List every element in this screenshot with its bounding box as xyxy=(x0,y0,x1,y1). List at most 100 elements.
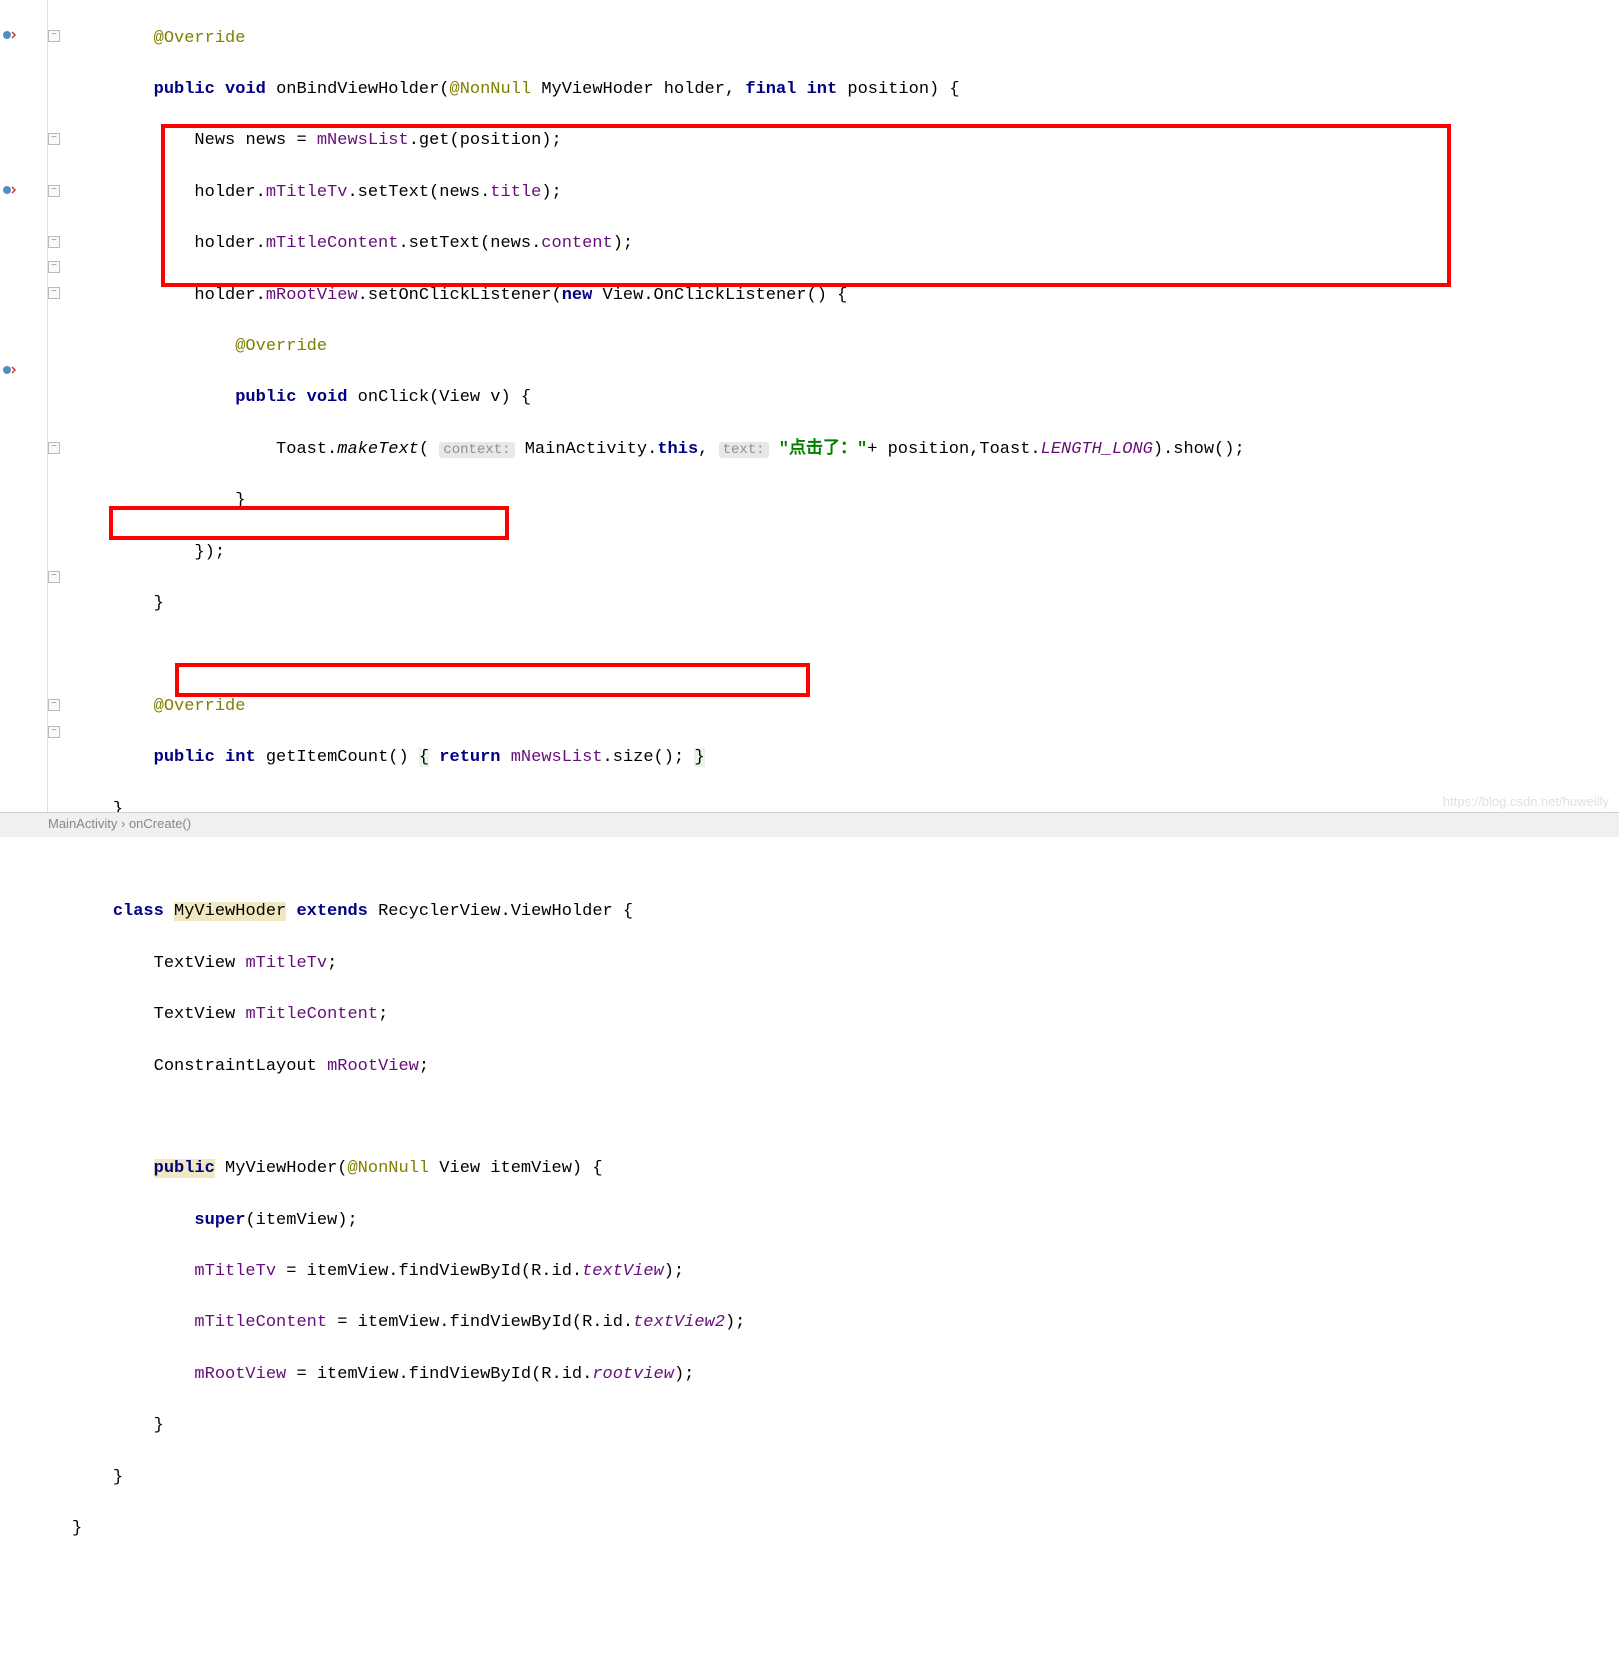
fold-icon[interactable]: − xyxy=(48,261,60,273)
resource-id: textView xyxy=(582,1262,664,1281)
field: mRootView xyxy=(194,1365,286,1384)
keyword-public: public xyxy=(154,748,215,767)
breadcrumb-item[interactable]: MainActivity xyxy=(48,816,117,831)
field: mTitleTv xyxy=(245,954,327,973)
annotation: @NonNull xyxy=(347,1159,429,1178)
class: Toast. xyxy=(276,440,337,459)
type: MyViewHoder xyxy=(541,80,653,99)
keyword-public: public xyxy=(154,80,215,99)
code-text: MainActivity. xyxy=(515,440,658,459)
param: holder xyxy=(664,80,725,99)
fold-icon[interactable]: − xyxy=(48,442,60,454)
annotation: @NonNull xyxy=(450,80,532,99)
highlight-box-3 xyxy=(175,663,810,697)
code-text: .setText(news. xyxy=(347,183,490,202)
annotation: @Override xyxy=(154,697,246,716)
field: mTitleContent xyxy=(266,234,399,253)
resource-id: textView2 xyxy=(633,1313,725,1332)
code-text: (itemView); xyxy=(245,1211,357,1230)
string-literal: "点击了：" xyxy=(769,440,868,459)
type: TextView xyxy=(154,1005,236,1024)
fold-icon[interactable]: − xyxy=(48,133,60,145)
code-text: holder. xyxy=(194,183,265,202)
method-name: getItemCount xyxy=(266,748,388,767)
folded-open: { xyxy=(419,748,429,767)
resource-id: rootview xyxy=(592,1365,674,1384)
keyword-final: final xyxy=(745,80,796,99)
override-gutter-icon[interactable] xyxy=(2,183,22,197)
code-text: ); xyxy=(725,1313,745,1332)
fold-icon[interactable]: − xyxy=(48,236,60,248)
field: mTitleTv xyxy=(266,183,348,202)
code-editor[interactable]: − − − − − − − − − − @Override public voi… xyxy=(0,0,1619,812)
annotation: @Override xyxy=(154,29,246,48)
method-name: onClick xyxy=(358,388,429,407)
field: mTitleContent xyxy=(245,1005,378,1024)
type: News xyxy=(194,131,235,150)
brace: } xyxy=(113,1468,123,1487)
keyword-void: void xyxy=(307,388,348,407)
code-text: .setText(news. xyxy=(398,234,541,253)
field: mTitleContent xyxy=(194,1313,327,1332)
breadcrumb-item[interactable]: onCreate() xyxy=(129,816,191,831)
constant: LENGTH_LONG xyxy=(1041,440,1153,459)
brace: } xyxy=(154,1416,164,1435)
keyword-public: public xyxy=(154,1159,215,1178)
fold-icon[interactable]: − xyxy=(48,185,60,197)
brace: } xyxy=(235,491,245,510)
gutter xyxy=(0,0,48,812)
keyword-super: super xyxy=(194,1211,245,1230)
watermark: https://blog.csdn.net/huweilly xyxy=(1443,794,1609,809)
breadcrumb-separator: › xyxy=(121,816,125,831)
keyword-public: public xyxy=(235,388,296,407)
annotation: @Override xyxy=(235,337,327,356)
keyword-void: void xyxy=(225,80,266,99)
code-text: () xyxy=(388,748,419,767)
field: mRootView xyxy=(266,286,358,305)
param-hint: text: xyxy=(719,442,769,458)
override-gutter-icon[interactable] xyxy=(2,28,22,42)
static-method: makeText xyxy=(337,440,419,459)
type: ConstraintLayout xyxy=(154,1057,317,1076)
keyword-int: int xyxy=(807,80,838,99)
override-gutter-icon[interactable] xyxy=(2,363,22,377)
var: news xyxy=(245,131,286,150)
field: mTitleTv xyxy=(194,1262,276,1281)
fold-icon[interactable]: − xyxy=(48,699,60,711)
code-text: holder. xyxy=(194,286,265,305)
field: title xyxy=(490,183,541,202)
code-text: = itemView.findViewById(R.id. xyxy=(276,1262,582,1281)
keyword-new: new xyxy=(562,286,593,305)
code-text: }); xyxy=(194,543,225,562)
fold-icon[interactable]: − xyxy=(48,726,60,738)
code-text: .size(); xyxy=(603,748,695,767)
class-name: MyViewHoder xyxy=(174,902,286,921)
code-text: + position,Toast. xyxy=(867,440,1040,459)
code-text: ); xyxy=(541,183,561,202)
field: mRootView xyxy=(327,1057,419,1076)
code-text: = itemView.findViewById(R.id. xyxy=(286,1365,592,1384)
code-text: ); xyxy=(674,1365,694,1384)
folded-close: } xyxy=(694,748,704,767)
code-content[interactable]: @Override public void onBindViewHolder(@… xyxy=(64,0,1619,812)
fold-icon[interactable]: − xyxy=(48,30,60,42)
fold-icon[interactable]: − xyxy=(48,287,60,299)
code-text: holder. xyxy=(194,234,265,253)
param: position xyxy=(847,80,929,99)
field: content xyxy=(541,234,612,253)
fold-icon[interactable]: − xyxy=(48,571,60,583)
code-text: ).show(); xyxy=(1153,440,1245,459)
keyword-this: this xyxy=(657,440,698,459)
code-text: View.OnClickListener() { xyxy=(592,286,847,305)
code-text: .get(position); xyxy=(409,131,562,150)
code-text: .setOnClickListener( xyxy=(358,286,562,305)
breadcrumb-bar[interactable]: MainActivity › onCreate() xyxy=(0,812,1619,837)
method-name: onBindViewHolder xyxy=(276,80,439,99)
fold-column: − − − − − − − − − − xyxy=(48,0,64,812)
code-text: = itemView.findViewById(R.id. xyxy=(327,1313,633,1332)
code-text: View itemView) { xyxy=(429,1159,602,1178)
field: mNewsList xyxy=(511,748,603,767)
parent-class: RecyclerView.ViewHolder { xyxy=(378,902,633,921)
brace: } xyxy=(154,594,164,613)
code-text: ); xyxy=(664,1262,684,1281)
